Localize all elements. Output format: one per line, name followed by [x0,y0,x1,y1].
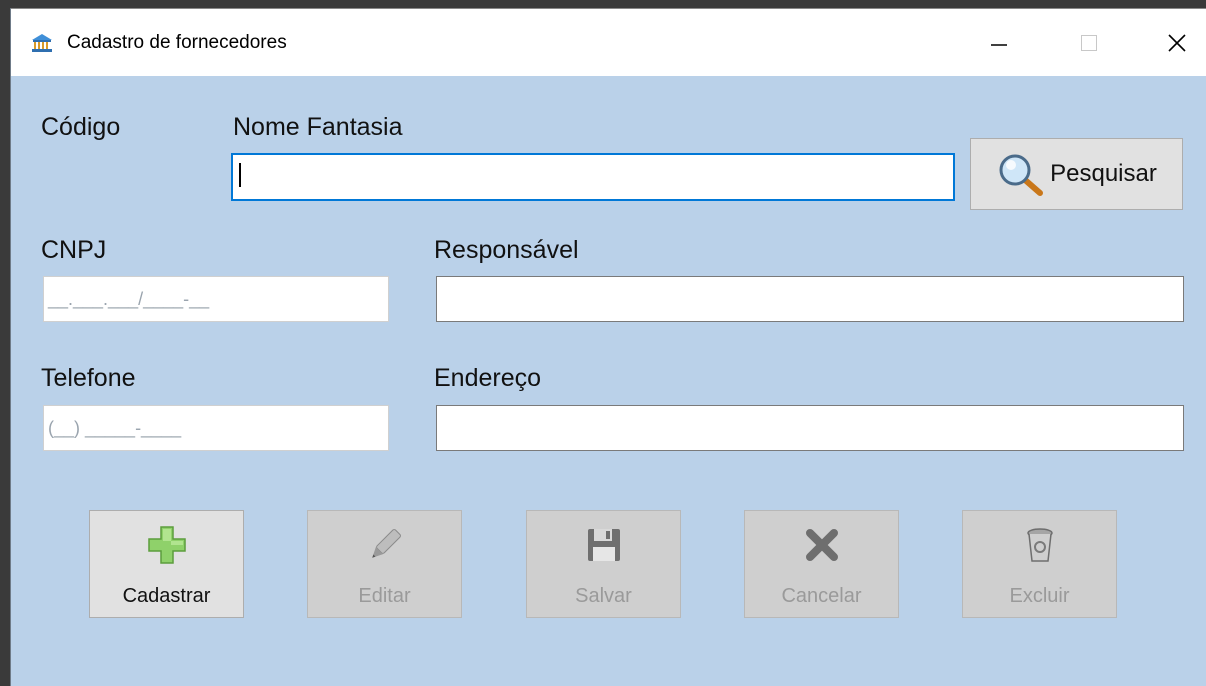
salvar-label: Salvar [575,585,632,607]
window-title: Cadastro de fornecedores [67,32,287,53]
cancelar-label: Cancelar [781,585,862,607]
cnpj-label: CNPJ [41,236,107,264]
responsavel-input[interactable] [436,276,1184,322]
bank-icon [32,34,52,52]
supplier-registration-window: Cadastro de fornecedores Código Nome Fan… [10,8,1206,686]
x-icon [805,529,838,561]
trash-icon [1026,528,1053,562]
responsavel-label: Responsável [434,236,579,264]
telefone-input[interactable]: (__) _____-____ [43,405,389,451]
cancelar-button[interactable]: Cancelar [744,510,899,618]
close-icon[interactable] [1151,23,1203,63]
minimize-icon[interactable] [973,23,1025,63]
editar-button[interactable]: Editar [307,510,462,618]
excluir-button[interactable]: Excluir [962,510,1117,618]
cadastrar-label: Cadastrar [122,585,211,607]
cnpj-input[interactable]: __.___.___/____-__ [43,276,389,322]
pencil-icon [371,529,401,558]
magnifier-icon [999,154,1044,196]
nome-fantasia-input[interactable] [231,153,955,201]
salvar-button[interactable]: Salvar [526,510,681,618]
search-button-label: Pesquisar [1050,160,1157,187]
editar-label: Editar [358,585,411,607]
text-caret [239,163,241,187]
telefone-label: Telefone [41,364,136,392]
title-bar[interactable]: Cadastro de fornecedores [11,8,1206,76]
endereco-label: Endereço [434,364,542,392]
search-button[interactable]: Pesquisar [970,138,1183,210]
cnpj-mask: __.___.___/____-__ [48,288,210,309]
telefone-mask: (__) _____-____ [48,417,182,438]
endereco-input[interactable] [436,405,1184,451]
maximize-icon[interactable] [1063,23,1115,63]
cadastrar-button[interactable]: Cadastrar [89,510,244,618]
excluir-label: Excluir [1009,585,1070,607]
codigo-label: Código [41,113,121,141]
plus-icon [147,526,186,564]
nome-fantasia-label: Nome Fantasia [233,113,403,141]
floppy-disk-icon [587,529,620,561]
